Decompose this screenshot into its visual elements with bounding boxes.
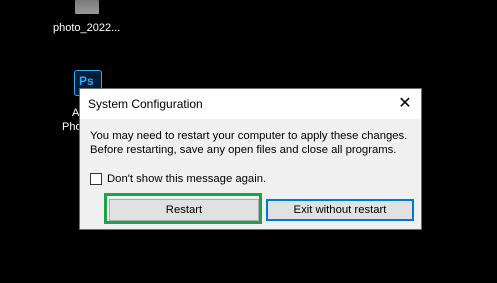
dialog-title: System Configuration bbox=[88, 97, 203, 111]
photo-file-label: photo_2022... bbox=[53, 22, 121, 34]
dont-show-again-checkbox[interactable] bbox=[90, 173, 102, 185]
photo-thumbnail-icon bbox=[75, 0, 99, 14]
dialog-message: You may need to restart your computer to… bbox=[90, 130, 408, 156]
exit-without-restart-button[interactable]: Exit without restart bbox=[266, 199, 414, 221]
restart-highlight-box bbox=[104, 193, 262, 224]
dialog-titlebar[interactable]: System Configuration ✕ bbox=[80, 89, 421, 119]
dont-show-again-label[interactable]: Don't show this message again. bbox=[107, 173, 266, 185]
close-icon[interactable]: ✕ bbox=[393, 93, 417, 115]
